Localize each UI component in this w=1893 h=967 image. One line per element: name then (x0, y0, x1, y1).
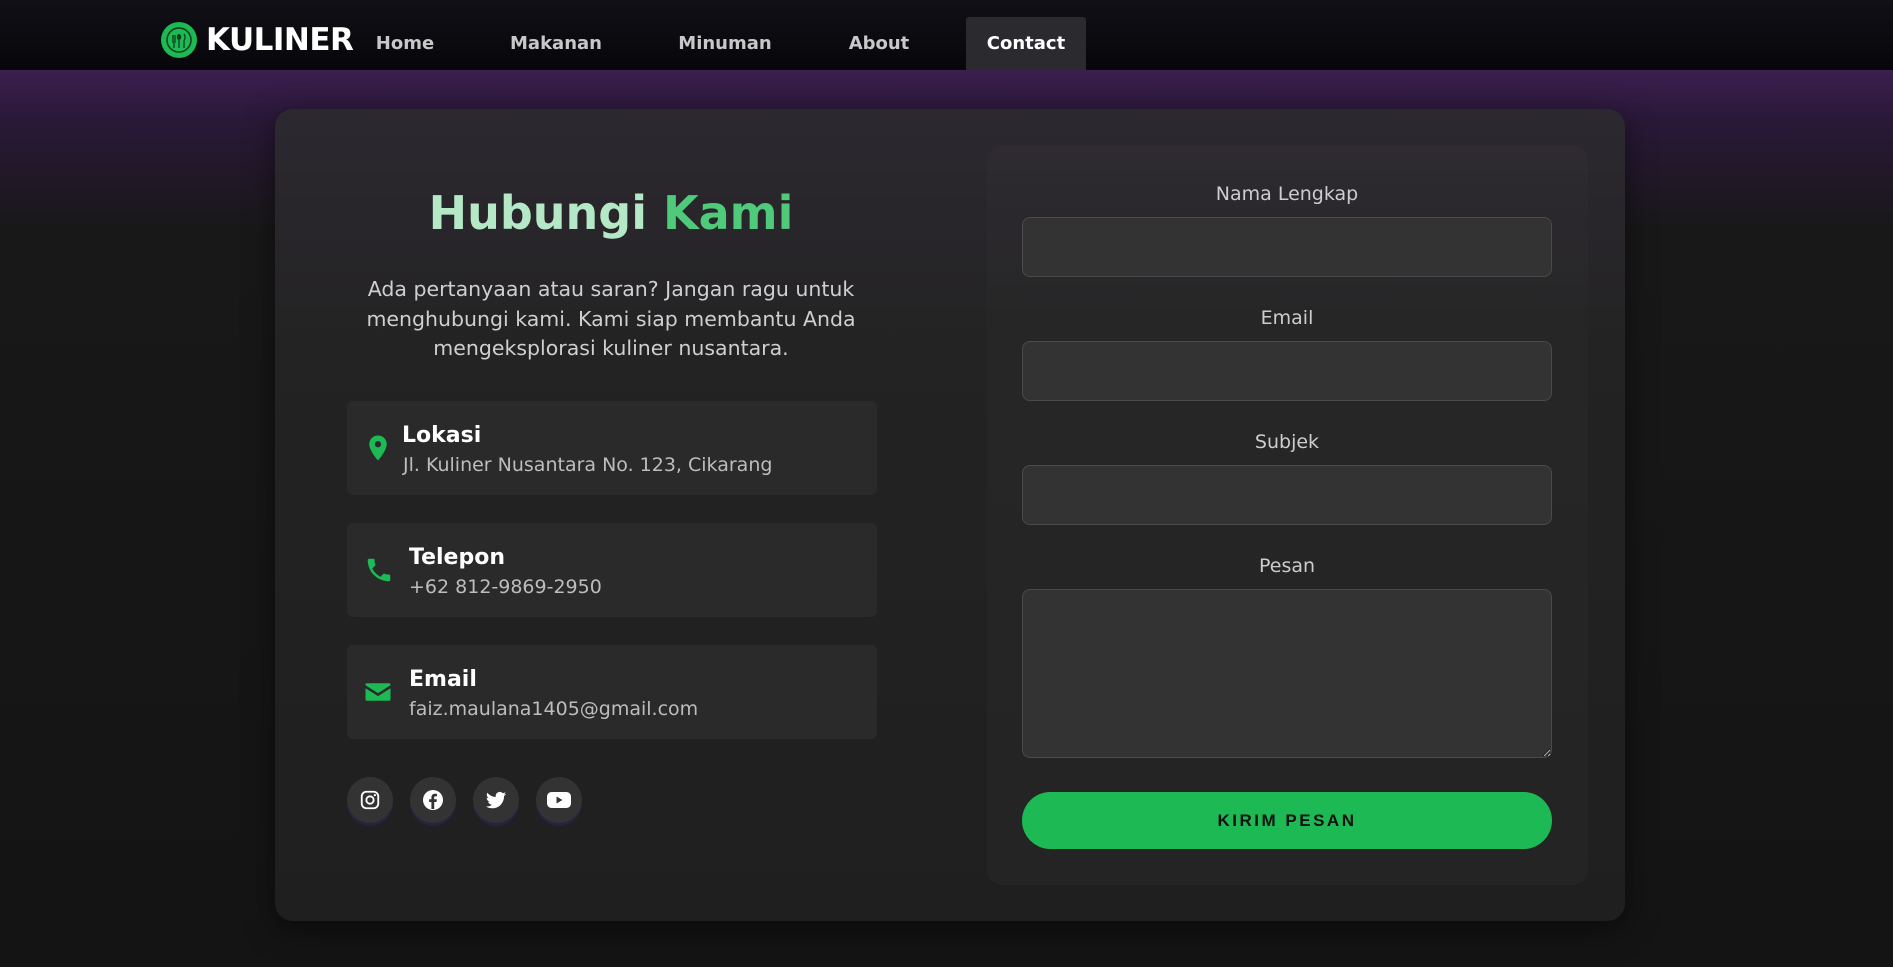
message-textarea[interactable] (1022, 589, 1552, 758)
subject-input[interactable] (1022, 465, 1552, 525)
nav-item-home[interactable]: Home (365, 17, 445, 70)
nav-item-minuman[interactable]: Minuman (671, 17, 779, 70)
message-label: Pesan (1258, 555, 1316, 577)
instagram-icon[interactable] (347, 777, 393, 823)
name-label: Nama Lengkap (1215, 183, 1359, 205)
nav-item-makanan[interactable]: Makanan (502, 17, 610, 70)
location-pin-icon (363, 433, 393, 463)
info-value-phone: +62 812-9869-2950 (409, 576, 602, 598)
info-label-location: Lokasi (402, 423, 482, 448)
info-box-email: Email faiz.maulana1405@gmail.com (347, 645, 877, 739)
info-label-email: Email (409, 667, 477, 692)
name-input[interactable] (1022, 217, 1552, 277)
nav-item-contact[interactable]: Contact (966, 17, 1086, 70)
info-box-location: Lokasi Jl. Kuliner Nusantara No. 123, Ci… (347, 401, 877, 495)
brand[interactable]: KULINER (161, 22, 354, 58)
brand-name: KULINER (206, 22, 354, 58)
email-label: Email (1260, 307, 1314, 329)
navbar: KULINER Home Makanan Minuman About Conta… (0, 0, 1893, 70)
nav-item-about[interactable]: About (840, 17, 918, 70)
envelope-icon (363, 677, 393, 707)
info-value-email: faiz.maulana1405@gmail.com (409, 698, 699, 720)
subject-label: Subjek (1254, 431, 1320, 453)
facebook-icon[interactable] (410, 777, 456, 823)
info-value-location: Jl. Kuliner Nusantara No. 123, Cikarang (403, 454, 773, 476)
info-box-phone: Telepon +62 812-9869-2950 (347, 523, 877, 617)
phone-icon (364, 555, 394, 585)
title-part-2: Kami (663, 186, 794, 240)
email-input[interactable] (1022, 341, 1552, 401)
info-label-phone: Telepon (409, 545, 505, 570)
youtube-icon[interactable] (536, 777, 582, 823)
submit-button[interactable]: KIRIM PESAN (1022, 792, 1552, 849)
twitter-icon[interactable] (473, 777, 519, 823)
brand-logo-icon (161, 22, 197, 58)
contact-description: Ada pertanyaan atau saran? Jangan ragu u… (366, 277, 856, 360)
title-part-1: Hubungi (428, 186, 647, 240)
